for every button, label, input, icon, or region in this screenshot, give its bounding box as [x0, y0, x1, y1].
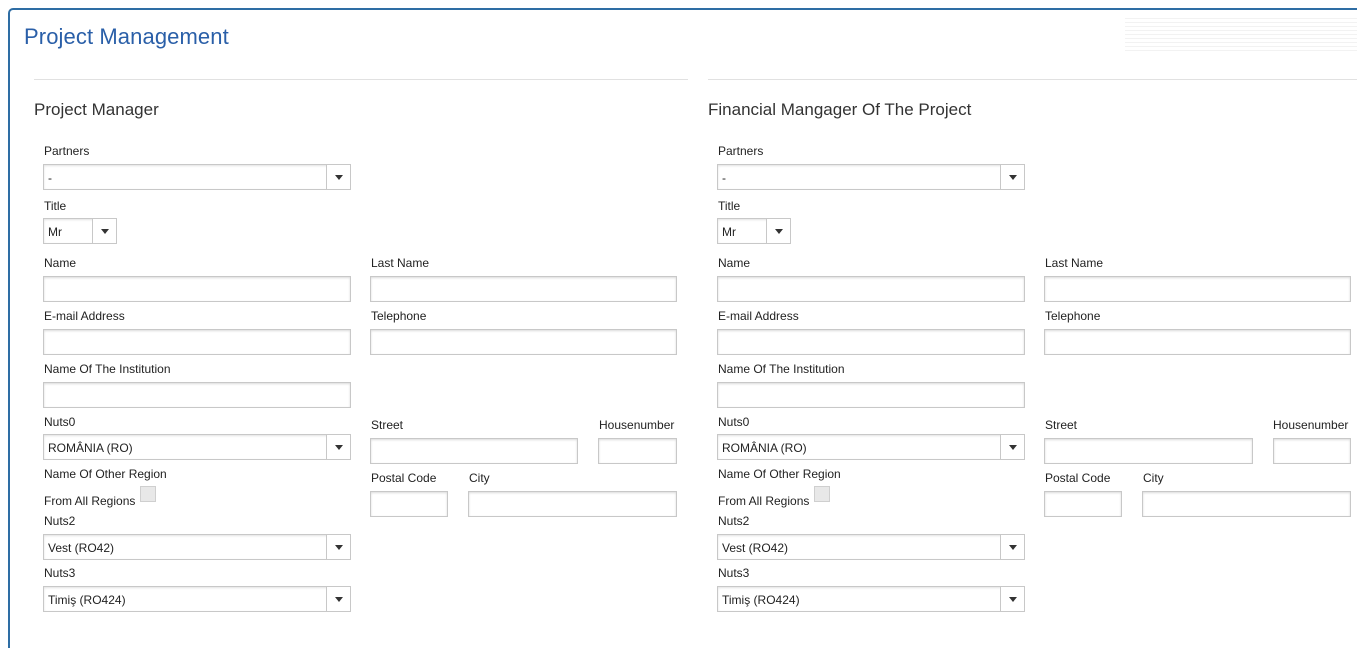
nuts2-select[interactable]: Vest (RO42) — [43, 534, 351, 560]
all-regions-label: From All Regions — [44, 494, 136, 508]
chevron-down-icon[interactable] — [1000, 435, 1024, 459]
all-regions-checkbox[interactable] — [814, 486, 830, 502]
chevron-down-icon[interactable] — [326, 165, 350, 189]
email-input[interactable] — [43, 329, 351, 355]
other-region-label: Name Of Other Region — [44, 467, 167, 481]
header-decoration — [1125, 18, 1357, 52]
institution-label: Name Of The Institution — [718, 362, 845, 376]
chevron-down-icon[interactable] — [1000, 165, 1024, 189]
telephone-input[interactable] — [1044, 329, 1351, 355]
nuts3-label: Nuts3 — [44, 566, 76, 580]
housenumber-label: Housenumber — [599, 418, 675, 432]
institution-input[interactable] — [43, 382, 351, 408]
nuts0-label: Nuts0 — [718, 415, 750, 429]
title-value: Mr — [48, 225, 62, 239]
nuts2-label: Nuts2 — [44, 514, 76, 528]
nuts3-value: Timiş (RO424) — [48, 593, 126, 607]
last-name-input[interactable] — [370, 276, 677, 302]
nuts3-select[interactable]: Timiş (RO424) — [717, 586, 1025, 612]
telephone-input[interactable] — [370, 329, 677, 355]
housenumber-input[interactable] — [1273, 438, 1351, 464]
other-region-label: Name Of Other Region — [718, 467, 841, 481]
chevron-down-icon[interactable] — [1000, 535, 1024, 559]
last-name-label: Last Name — [1045, 256, 1104, 270]
section-divider — [708, 79, 1357, 80]
city-input[interactable] — [1142, 491, 1351, 517]
institution-input[interactable] — [717, 382, 1025, 408]
title-select[interactable]: Mr — [43, 218, 117, 244]
postal-code-input[interactable] — [1044, 491, 1122, 517]
street-input[interactable] — [370, 438, 578, 464]
email-label: E-mail Address — [44, 309, 125, 323]
telephone-label: Telephone — [371, 309, 427, 323]
postal-code-input[interactable] — [370, 491, 448, 517]
section-heading: Project Manager — [34, 100, 159, 119]
title-select[interactable]: Mr — [717, 218, 791, 244]
postal-code-label: Postal Code — [371, 471, 437, 485]
partners-label: Partners — [718, 144, 764, 158]
chevron-down-icon[interactable] — [326, 587, 350, 611]
title-label: Title — [44, 199, 67, 213]
nuts3-value: Timiş (RO424) — [722, 593, 800, 607]
nuts0-select[interactable]: ROMÂNIA (RO) — [43, 434, 351, 460]
housenumber-label: Housenumber — [1273, 418, 1349, 432]
nuts0-value: ROMÂNIA (RO) — [722, 441, 807, 455]
title-value: Mr — [722, 225, 736, 239]
all-regions-label: From All Regions — [718, 494, 810, 508]
name-input[interactable] — [717, 276, 1025, 302]
section-divider — [34, 79, 688, 80]
street-label: Street — [371, 418, 404, 432]
nuts0-value: ROMÂNIA (RO) — [48, 441, 133, 455]
name-label: Name — [718, 256, 751, 270]
city-input[interactable] — [468, 491, 677, 517]
partners-label: Partners — [44, 144, 90, 158]
last-name-label: Last Name — [371, 256, 430, 270]
email-input[interactable] — [717, 329, 1025, 355]
nuts2-value: Vest (RO42) — [48, 541, 115, 555]
partners-value: - — [48, 171, 52, 185]
city-label: City — [469, 471, 490, 485]
nuts2-value: Vest (RO42) — [722, 541, 789, 555]
chevron-down-icon[interactable] — [1000, 587, 1024, 611]
partners-select[interactable]: - — [717, 164, 1025, 190]
chevron-down-icon[interactable] — [326, 535, 350, 559]
nuts2-label: Nuts2 — [718, 514, 750, 528]
title-label: Title — [718, 199, 741, 213]
name-input[interactable] — [43, 276, 351, 302]
nuts0-select[interactable]: ROMÂNIA (RO) — [717, 434, 1025, 460]
street-input[interactable] — [1044, 438, 1253, 464]
postal-code-label: Postal Code — [1045, 471, 1111, 485]
housenumber-input[interactable] — [598, 438, 677, 464]
email-label: E-mail Address — [718, 309, 799, 323]
city-label: City — [1143, 471, 1164, 485]
telephone-label: Telephone — [1045, 309, 1101, 323]
chevron-down-icon[interactable] — [766, 219, 790, 243]
street-label: Street — [1045, 418, 1078, 432]
all-regions-checkbox[interactable] — [140, 486, 156, 502]
name-label: Name — [44, 256, 77, 270]
nuts3-select[interactable]: Timiş (RO424) — [43, 586, 351, 612]
chevron-down-icon[interactable] — [92, 219, 116, 243]
institution-label: Name Of The Institution — [44, 362, 171, 376]
partners-value: - — [722, 171, 726, 185]
partners-select[interactable]: - — [43, 164, 351, 190]
last-name-input[interactable] — [1044, 276, 1351, 302]
page-title: Project Management — [24, 24, 229, 49]
nuts3-label: Nuts3 — [718, 566, 750, 580]
nuts0-label: Nuts0 — [44, 415, 76, 429]
section-heading: Financial Mangager Of The Project — [708, 100, 972, 119]
chevron-down-icon[interactable] — [326, 435, 350, 459]
nuts2-select[interactable]: Vest (RO42) — [717, 534, 1025, 560]
